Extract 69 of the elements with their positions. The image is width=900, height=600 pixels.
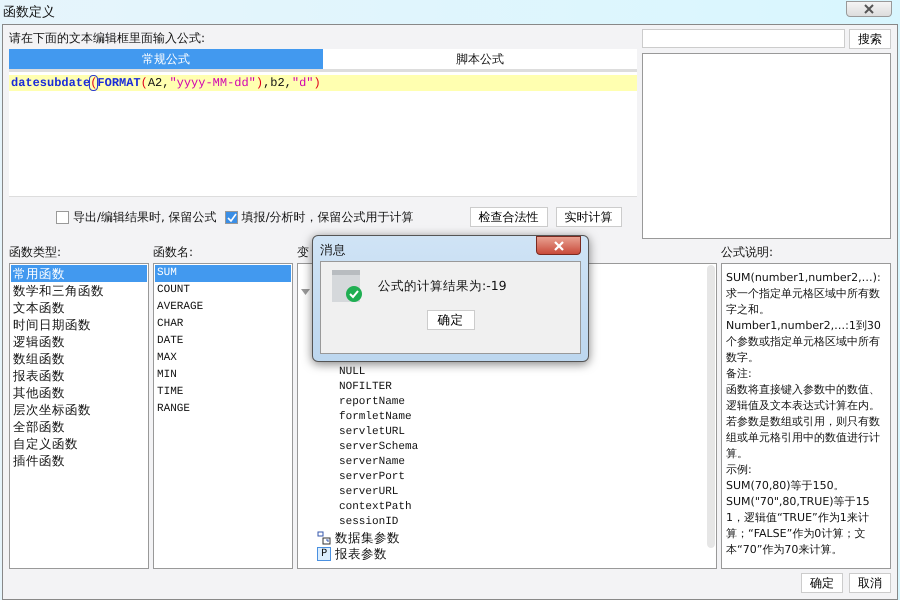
formula-tab[interactable]: 脚本公式 bbox=[323, 49, 637, 69]
dataset-icon bbox=[317, 531, 331, 545]
description-text: 函数将直接键入参数中的数值、逻辑值及文本表达式计算在内。若参数是数组或引用，则只有数组或单元格引用中的数值进行计算。 bbox=[726, 382, 881, 462]
formula-editor[interactable]: datesubdate(FORMAT(A2,"yyyy-MM-dd"),b2,"d") bbox=[9, 69, 637, 197]
function-type-item[interactable]: 自定义函数 bbox=[11, 435, 147, 452]
tree-item[interactable]: NOFILTER bbox=[339, 380, 392, 395]
function-name-item[interactable]: CHAR bbox=[155, 316, 291, 333]
action-button[interactable]: 实时计算 bbox=[556, 207, 622, 227]
function-name-item[interactable]: TIME bbox=[155, 384, 291, 401]
dialog-title: 消息 bbox=[320, 242, 346, 259]
function-type-item[interactable]: 逻辑函数 bbox=[11, 333, 147, 350]
tree-item[interactable]: NULL bbox=[339, 365, 366, 380]
dialog-button[interactable]: 确定 bbox=[801, 573, 843, 593]
function-type-item[interactable]: 全部函数 bbox=[11, 418, 147, 435]
function-type-item[interactable]: 文本函数 bbox=[11, 299, 147, 316]
search-field[interactable] bbox=[642, 29, 845, 48]
search-button[interactable]: 搜索 bbox=[849, 29, 891, 49]
option-label: 导出/编辑结果时, 保留公式 bbox=[73, 208, 217, 226]
tree-item[interactable]: serverPort bbox=[339, 470, 406, 485]
function-type-item[interactable]: 数学和三角函数 bbox=[11, 282, 147, 299]
action-button[interactable]: 检查合法性 bbox=[470, 207, 548, 227]
list-label: 公式说明: bbox=[721, 244, 774, 261]
tree-item[interactable]: contextPath bbox=[339, 500, 412, 515]
tree-item[interactable]: 数据集参数 bbox=[335, 530, 400, 546]
tree-item[interactable]: serverSchema bbox=[339, 440, 418, 455]
function-name-item[interactable]: COUNT bbox=[155, 282, 291, 299]
checkbox[interactable] bbox=[56, 210, 69, 224]
description-text: SUM(70,80)等于150。 bbox=[726, 478, 846, 494]
description-text: 备注: bbox=[726, 366, 753, 382]
tree-item[interactable]: serverName bbox=[339, 455, 406, 470]
tree-item[interactable]: formletName bbox=[339, 410, 412, 425]
function-name-item[interactable]: MAX bbox=[155, 350, 291, 367]
description-text: Number1,number2,…:1到30个参数或指定单元格区域中所有数字。 bbox=[726, 318, 882, 366]
window-title: 函数定义 bbox=[3, 4, 55, 21]
function-type-item[interactable]: 数组函数 bbox=[11, 350, 147, 367]
parameter-icon: P bbox=[317, 547, 331, 561]
success-icon bbox=[332, 270, 362, 302]
close-icon bbox=[552, 240, 564, 250]
dialog-button[interactable]: 取消 bbox=[849, 573, 891, 593]
list-label: 函数类型: bbox=[9, 244, 62, 261]
tree-item[interactable]: serverURL bbox=[339, 485, 398, 500]
close-button[interactable] bbox=[846, 1, 892, 17]
option-label: 填报/分析时，保留公式用于计算 bbox=[242, 208, 414, 226]
ok-button[interactable]: 确定 bbox=[426, 310, 474, 330]
function-name-item[interactable]: RANGE bbox=[155, 401, 291, 418]
scrollbar[interactable] bbox=[707, 265, 715, 548]
function-name-item[interactable]: MIN bbox=[155, 367, 291, 384]
description-text: SUM("70",80,TRUE)等于151，逻辑值“TRUE”作为1来计算；“FALSE”作为0计算；文本“70”作为70来计算。 bbox=[726, 494, 871, 558]
function-type-item[interactable]: 层次坐标函数 bbox=[11, 401, 147, 418]
description-text: 示例: bbox=[726, 462, 753, 478]
tree-item[interactable]: 报表参数 bbox=[335, 546, 387, 562]
function-type-item[interactable]: 插件函数 bbox=[11, 452, 147, 469]
function-type-item[interactable]: 其他函数 bbox=[11, 384, 147, 401]
list-label: 变 bbox=[297, 244, 309, 261]
message-text: 公式的计算结果为:-19 bbox=[378, 278, 507, 294]
tree-item[interactable]: sessionID bbox=[339, 515, 398, 530]
function-type-item[interactable]: 时间日期函数 bbox=[11, 316, 147, 333]
tree-item[interactable]: reportName bbox=[339, 395, 406, 410]
function-name-item[interactable]: DATE bbox=[155, 333, 291, 350]
editor-label: 请在下面的文本编辑框里面输入公式: bbox=[9, 30, 206, 47]
checkbox[interactable] bbox=[224, 210, 238, 224]
list-label: 函数名: bbox=[153, 244, 194, 261]
close-icon bbox=[863, 4, 875, 14]
expand-icon[interactable] bbox=[301, 289, 310, 295]
description-text: SUM(number1,number2,…):求一个指定单元格区域中所有数字之和。 bbox=[726, 270, 882, 318]
function-name-item[interactable]: AVERAGE bbox=[155, 299, 291, 316]
close-button[interactable] bbox=[536, 236, 581, 255]
function-type-item[interactable]: 报表函数 bbox=[11, 367, 147, 384]
tree-item[interactable]: servletURL bbox=[339, 425, 406, 440]
